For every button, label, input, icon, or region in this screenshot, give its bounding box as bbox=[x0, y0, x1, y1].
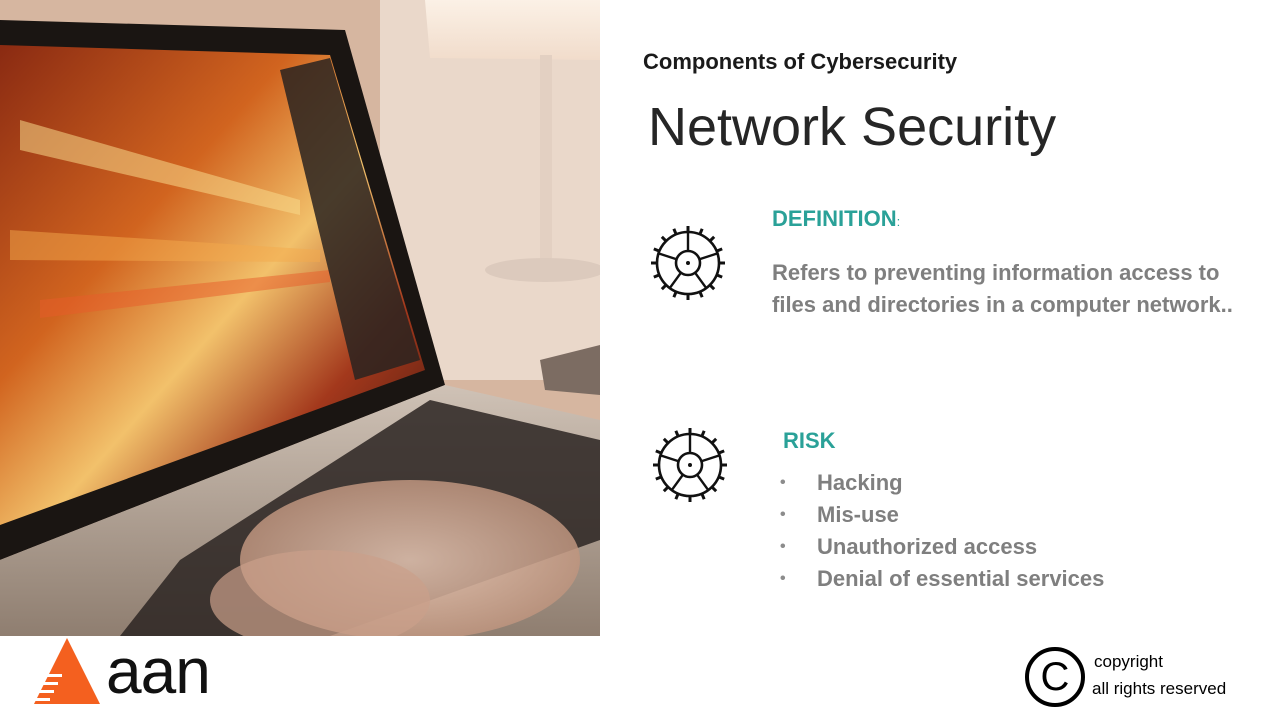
risk-list: • Hacking • Mis-use • Unauthorized access •… bbox=[780, 467, 1104, 595]
risk-list-item: • Mis-use bbox=[780, 499, 1104, 531]
gear-icon bbox=[649, 224, 727, 302]
bullet-icon: • bbox=[780, 474, 786, 491]
risk-list-item: • Unauthorized access bbox=[780, 531, 1104, 563]
risk-heading: RISK bbox=[783, 428, 836, 453]
gear-icon bbox=[651, 426, 729, 504]
bullet-icon: • bbox=[780, 570, 786, 587]
slide-title: Network Security bbox=[648, 97, 1057, 157]
copyright-text: copyright bbox=[1094, 652, 1163, 671]
laptop-photo bbox=[0, 0, 600, 636]
bullet-icon: • bbox=[780, 506, 786, 523]
definition-heading-colon: : bbox=[896, 214, 901, 229]
rights-reserved-text: all rights reserved bbox=[1092, 679, 1227, 698]
definition-heading: DEFINITION: bbox=[772, 206, 900, 232]
risk-item-label: Mis-use bbox=[817, 502, 899, 527]
risk-item-label: Hacking bbox=[817, 470, 903, 495]
copyright-icon: C bbox=[1024, 646, 1086, 713]
slide-subtitle: Components of Cybersecurity bbox=[643, 49, 958, 74]
risk-item-label: Denial of essential services bbox=[817, 566, 1105, 591]
laptop-photo-illustration bbox=[0, 0, 600, 636]
brand-name: aan bbox=[106, 635, 211, 707]
bullet-icon: • bbox=[780, 538, 786, 555]
triangle-logo-icon bbox=[34, 638, 100, 704]
risk-list-item: • Hacking bbox=[780, 467, 1104, 499]
copyright-symbol: C bbox=[1041, 655, 1070, 699]
risk-item-label: Unauthorized access bbox=[817, 534, 1038, 559]
risk-list-item: • Denial of essential services bbox=[780, 563, 1104, 595]
definition-text: Refers to preventing information access … bbox=[772, 260, 1233, 317]
brand-logo bbox=[32, 636, 102, 711]
definition-heading-label: DEFINITION bbox=[772, 206, 897, 231]
